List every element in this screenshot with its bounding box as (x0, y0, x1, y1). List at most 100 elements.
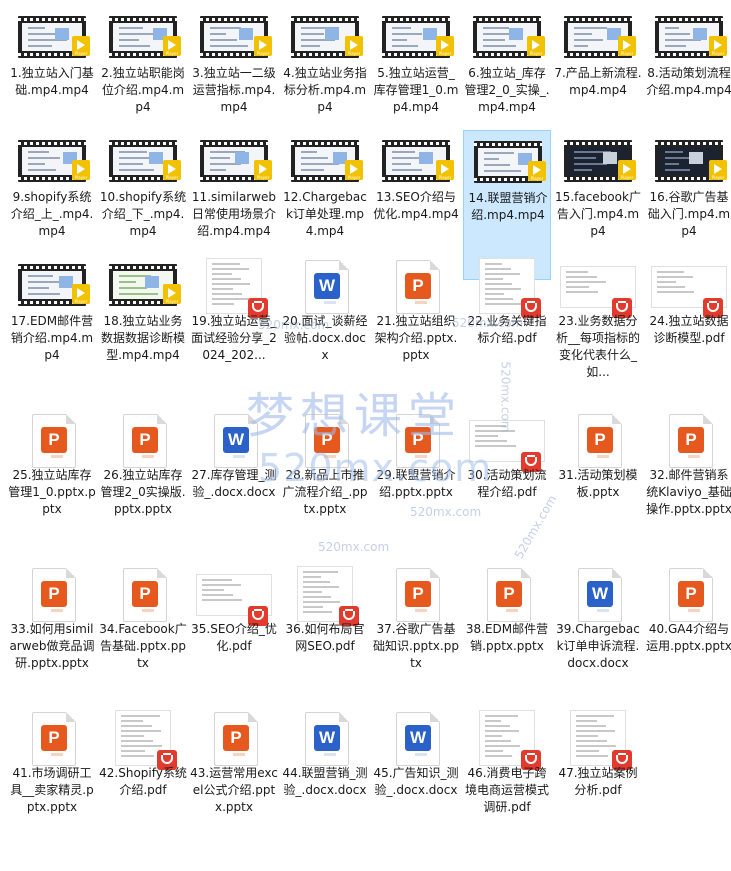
file-item[interactable]: P 28.新品上市推广流程介绍_.pptx.pptx (281, 408, 369, 558)
file-item[interactable]: P 32.邮件营销系统Klaviyo_基础操作.pptx.pptx (645, 408, 731, 558)
file-item[interactable]: 19.独立站运营_面试经验分享_2024_202... (190, 254, 278, 404)
file-name: 29.联盟营销介绍.pptx.pptx (376, 468, 456, 499)
preview-line (485, 740, 511, 742)
preview-line (121, 745, 162, 747)
preview-line (485, 303, 522, 305)
file-item[interactable]: W 44.联盟营销_测验_.docx.docx (281, 706, 369, 856)
file-item[interactable]: P 26.独立站库存管理2_0实操版.pptx.pptx (99, 408, 187, 558)
file-type-badge: W (314, 725, 340, 751)
file-type-badge: P (41, 725, 67, 751)
player-badge-label: Player (256, 51, 270, 56)
file-item[interactable]: P 41.市场调研工具__卖家精灵.pptx.pptx (8, 706, 96, 856)
word-file-icon: W (214, 414, 258, 468)
preview-line (392, 151, 415, 153)
file-item[interactable]: P 31.活动策划模板.pptx (554, 408, 642, 558)
file-item[interactable]: P 38.EDM邮件营销.pptx.pptx (463, 562, 551, 712)
preview-block (239, 28, 253, 40)
preview-line (574, 39, 603, 41)
file-item[interactable]: Player 17.EDM邮件营销介绍.mp4.mp4 (8, 254, 96, 404)
file-item[interactable]: 46.消费电子跨境电商运营模式调研.pdf (463, 706, 551, 856)
player-badge-icon: Player (163, 284, 181, 304)
preview-line (392, 39, 407, 41)
file-name: 33.如何用similarweb做竞品调研.pptx.pptx (9, 622, 95, 670)
powerpoint-file-icon: P (396, 414, 440, 468)
file-item[interactable]: 30.活动策划流程介绍.pdf (463, 408, 551, 558)
doc-line (415, 609, 427, 612)
file-name: 7.产品上新流程.mp4.mp4 (554, 66, 642, 97)
file-item[interactable]: 42.Shopify系统介绍.pdf (99, 706, 187, 856)
preview-line (566, 281, 606, 283)
file-item[interactable]: W 20.面试_谈薪经验帖.docx.docx (281, 254, 369, 404)
file-item[interactable]: 23.业务数据分析__每项指标的变化代表什么_如... (554, 254, 642, 404)
preview-block (149, 152, 163, 164)
file-type-badge: P (405, 581, 431, 607)
player-badge-label: Player (165, 51, 179, 56)
preview-block (55, 28, 69, 40)
preview-line (392, 163, 411, 165)
doc-line (324, 753, 336, 756)
file-item[interactable]: 22.业务关键指标介绍.pdf (463, 254, 551, 404)
preview-line (303, 581, 330, 583)
file-item[interactable]: 35.SEO介绍_优化.pdf (190, 562, 278, 712)
preview-line (475, 435, 498, 437)
preview-line (576, 750, 599, 752)
file-item[interactable]: P 43.运营常用excel公式介绍.pptx.pptx (190, 706, 278, 856)
player-badge-icon: Player (254, 36, 272, 56)
preview-line (119, 39, 139, 41)
preview-line (301, 151, 317, 153)
preview-line (119, 45, 150, 47)
file-name: 24.独立站数据诊断模型.pdf (649, 314, 729, 345)
file-type-badge: P (41, 581, 67, 607)
preview-line (28, 157, 60, 159)
file-item[interactable]: W 39.Chargeback订单申诉流程.docx.docx (554, 562, 642, 712)
preview-line (121, 725, 152, 727)
file-item[interactable]: Player 18.独立站业务数据数据诊断模型.mp4.mp4 (99, 254, 187, 404)
file-name: 22.业务关键指标介绍.pdf (467, 314, 547, 345)
preview-line (566, 291, 598, 293)
file-name: 44.联盟营销_测验_.docx.docx (282, 766, 368, 797)
preview-line (475, 440, 507, 442)
preview-line (28, 45, 52, 47)
file-item[interactable]: 36.如何布局官网SEO.pdf (281, 562, 369, 712)
preview-line (576, 720, 597, 722)
file-item[interactable]: P 40.GA4介绍与运用.pptx.pptx (645, 562, 731, 712)
preview-line (303, 576, 321, 578)
doc-line (415, 301, 427, 304)
preview-line (301, 169, 324, 171)
player-badge-label: Player (165, 299, 179, 304)
preview-block (423, 28, 437, 40)
preview-line (119, 281, 136, 283)
file-item[interactable]: P 37.谷歌广告基础知识.pptx.pptx (372, 562, 460, 712)
file-item[interactable]: P 33.如何用similarweb做竞品调研.pptx.pptx (8, 562, 96, 712)
file-item[interactable]: 47.独立站案例分析.pdf (554, 706, 642, 856)
preview-line (475, 445, 516, 447)
file-name: 46.消费电子跨境电商运营模式调研.pdf (464, 766, 549, 814)
preview-line (210, 157, 230, 159)
preview-line (28, 169, 56, 171)
preview-line (303, 586, 339, 588)
preview-line (303, 596, 331, 598)
file-item[interactable]: 24.独立站数据诊断模型.pdf (645, 254, 731, 404)
preview-line (576, 755, 608, 757)
file-name: 21.独立站组织架构介绍.pptx.pptx (374, 314, 458, 362)
file-item[interactable]: P 34.Facebook广告基础.pptx.pptx (99, 562, 187, 712)
preview-line (657, 281, 676, 283)
doc-line (51, 609, 63, 612)
preview-line (485, 715, 518, 717)
preview-line (576, 730, 615, 732)
file-name: 18.独立站业务数据数据诊断模型.mp4.mp4 (100, 314, 185, 362)
file-item[interactable]: P 21.独立站组织架构介绍.pptx.pptx (372, 254, 460, 404)
file-name: 14.联盟营销介绍.mp4.mp4 (468, 191, 548, 222)
file-name: 17.EDM邮件营销介绍.mp4.mp4 (10, 314, 94, 362)
preview-line (392, 45, 418, 47)
file-name: 13.SEO介绍与优化.mp4.mp4 (373, 190, 459, 221)
file-item[interactable]: P 25.独立站库存管理1_0.pptx.pptx (8, 408, 96, 558)
file-item[interactable]: W 27.库存管理_测验_.docx.docx (190, 408, 278, 558)
powerpoint-file-icon: P (396, 568, 440, 622)
doc-line (688, 455, 700, 458)
powerpoint-file-icon: P (669, 414, 713, 468)
preview-line (210, 39, 237, 41)
file-item[interactable]: W 45.广告知识_测验_.docx.docx (372, 706, 460, 856)
doc-line (324, 455, 336, 458)
file-item[interactable]: P 29.联盟营销介绍.pptx.pptx (372, 408, 460, 558)
